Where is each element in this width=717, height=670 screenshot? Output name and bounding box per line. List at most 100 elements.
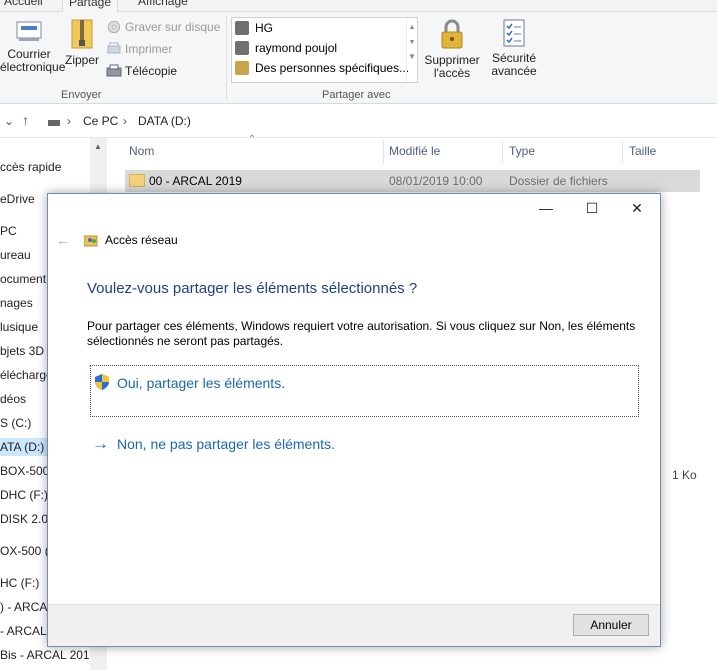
drive-icon xyxy=(48,116,60,130)
share-item-raymond[interactable]: raymond poujol xyxy=(232,38,417,58)
up-arrow-icon[interactable]: ↑ xyxy=(22,112,29,128)
column-separator[interactable] xyxy=(622,140,623,164)
print-button[interactable]: Imprimer xyxy=(106,39,172,59)
remove-access-label: Supprimer l'accès xyxy=(424,53,480,80)
breadcrumb-chevron-icon[interactable]: › xyxy=(123,114,127,128)
share-with-list[interactable]: HG raymond poujol Des personnes spécifiq… xyxy=(231,17,418,83)
group-label-share-with: Partager avec xyxy=(322,89,391,101)
table-row[interactable]: 00 - ARCAL 2019 08/01/2019 10:00 Dossier… xyxy=(125,170,700,192)
dialog-title: Accès réseau xyxy=(105,233,178,247)
breadcrumb-chevron-icon[interactable]: › xyxy=(67,114,71,128)
network-users-icon xyxy=(84,235,98,247)
nav-item-sdhc-f-2[interactable]: HC (F:) xyxy=(0,576,39,590)
nav-item-downloads[interactable]: élécharge xyxy=(0,368,53,382)
group-separator xyxy=(226,16,227,100)
dialog-header: ← Accès réseau xyxy=(56,232,178,248)
column-separator[interactable] xyxy=(502,140,503,164)
column-separator[interactable] xyxy=(383,140,384,164)
dialog-question: Voulez-vous partager les éléments sélect… xyxy=(87,280,418,297)
nav-item-drive-c[interactable]: S (C:) xyxy=(0,416,31,430)
nav-item-onedrive[interactable]: eDrive xyxy=(0,192,35,206)
expand-icon[interactable]: ▼ xyxy=(407,52,417,61)
share-item-specific-people[interactable]: Des personnes spécifiques... xyxy=(232,58,417,78)
nav-item-pictures[interactable]: nages xyxy=(0,296,33,310)
email-icon xyxy=(16,21,42,41)
file-modified: 08/01/2019 10:00 xyxy=(389,174,483,188)
share-item-label: raymond poujol xyxy=(255,41,338,55)
nav-item-bis-arcal[interactable]: Bis - ARCAL 201 xyxy=(0,648,90,662)
share-item-label: HG xyxy=(255,21,273,35)
tab-view[interactable]: Affichage xyxy=(132,0,194,12)
share-yes-label: Oui, partager les éléments. xyxy=(117,375,286,391)
nav-item-box-500-drive[interactable]: OX-500 ( xyxy=(0,544,49,558)
lock-icon xyxy=(441,19,463,49)
back-arrow-icon[interactable]: ← xyxy=(56,232,70,248)
close-icon[interactable]: ✕ xyxy=(622,200,652,218)
chevron-down-icon[interactable]: ▼ xyxy=(407,39,417,46)
zip-button[interactable]: Zipper xyxy=(62,18,102,67)
maximize-icon[interactable]: ☐ xyxy=(577,200,607,218)
ribbon: Courrier électronique Zipper Graver sur … xyxy=(0,12,717,104)
chevron-down-icon[interactable]: ⌄ xyxy=(4,114,14,128)
sort-indicator-icon: ⌃ xyxy=(248,134,257,145)
email-label: Courrier électronique xyxy=(0,47,66,74)
user-icon xyxy=(235,41,249,55)
printer-icon xyxy=(107,42,121,54)
scroll-up-icon[interactable]: ▲ xyxy=(94,142,102,151)
share-item-hg[interactable]: HG xyxy=(232,18,417,38)
minimize-icon[interactable]: — xyxy=(531,200,561,218)
breadcrumb-data-drive[interactable]: DATA (D:) xyxy=(138,114,191,128)
burn-disc-label: Graver sur disque xyxy=(125,20,221,34)
nav-item-music[interactable]: lusique xyxy=(0,320,38,334)
fax-button[interactable]: Télécopie xyxy=(106,61,177,81)
column-header-size[interactable]: Taille xyxy=(629,144,656,158)
address-bar: ⌄ ↑ › Ce PC › DATA (D:) xyxy=(0,104,717,138)
burn-disc-button[interactable]: Graver sur disque xyxy=(106,17,220,37)
email-button[interactable]: Courrier électronique xyxy=(0,18,66,74)
ribbon-tabs: Accueil Partage Affichage xyxy=(0,0,717,12)
column-header-name[interactable]: Nom xyxy=(129,144,154,158)
share-item-label: Des personnes spécifiques... xyxy=(255,61,410,75)
checklist-icon xyxy=(503,19,525,47)
nav-item-this-pc[interactable]: PC xyxy=(0,224,17,238)
nav-item-documents[interactable]: ocument xyxy=(0,272,46,286)
advanced-security-button[interactable]: Sécurité avancée xyxy=(488,18,540,78)
share-no-label: Non, ne pas partager les éléments. xyxy=(117,436,335,452)
share-no-option[interactable]: → Non, ne pas partager les éléments. xyxy=(92,434,335,454)
nav-item-arcal-folder-2[interactable]: - ARCAL xyxy=(0,624,47,638)
column-header-modified[interactable]: Modifié le xyxy=(389,144,440,158)
nav-item-3d-objects[interactable]: bjets 3D xyxy=(0,344,44,358)
fax-icon xyxy=(106,64,122,77)
dialog-description: Pour partager ces éléments, Windows requ… xyxy=(87,319,636,348)
zip-label: Zipper xyxy=(64,53,99,67)
nav-item-quick-access[interactable]: ccès rapide xyxy=(0,160,61,174)
breadcrumb-this-pc[interactable]: Ce PC xyxy=(83,114,118,128)
cancel-button[interactable]: Annuler xyxy=(573,614,649,636)
advanced-security-label: Sécurité avancée xyxy=(491,51,537,78)
network-access-dialog: — ☐ ✕ ← Accès réseau Voulez-vous partage… xyxy=(47,193,661,647)
disc-icon xyxy=(107,20,121,34)
print-label: Imprimer xyxy=(125,42,173,56)
file-type: Dossier de fichiers xyxy=(509,174,608,188)
nav-item-sdhc-f[interactable]: DHC (F:) xyxy=(0,488,48,502)
tab-home[interactable]: Accueil xyxy=(0,0,49,12)
nav-item-arcal-folder[interactable]: ) - ARCA xyxy=(0,600,47,614)
user-icon xyxy=(235,21,249,35)
share-yes-option[interactable]: Oui, partager les éléments. xyxy=(90,365,639,417)
group-label-send: Envoyer xyxy=(61,89,102,101)
chevron-up-icon[interactable]: ▲ xyxy=(407,24,417,31)
zip-folder-icon xyxy=(71,19,93,49)
file-name: 00 - ARCAL 2019 xyxy=(149,174,242,188)
tab-share[interactable]: Partage xyxy=(62,0,119,12)
file-size: 1 Ko xyxy=(672,468,697,482)
share-list-scrollbar[interactable]: ▲ ▼ ▼ xyxy=(406,18,417,82)
nav-item-box-500[interactable]: BOX-500 xyxy=(0,464,49,478)
nav-item-desktop[interactable]: ureau xyxy=(0,248,31,262)
dialog-titlebar[interactable]: — ☐ ✕ xyxy=(48,194,660,224)
nav-item-videos[interactable]: déos xyxy=(0,392,26,406)
remove-access-button[interactable]: Supprimer l'accès xyxy=(420,18,484,80)
uac-shield-icon xyxy=(95,374,109,390)
arrow-right-icon: → xyxy=(92,434,109,453)
column-header-type[interactable]: Type xyxy=(509,144,535,158)
fax-label: Télécopie xyxy=(125,64,178,78)
